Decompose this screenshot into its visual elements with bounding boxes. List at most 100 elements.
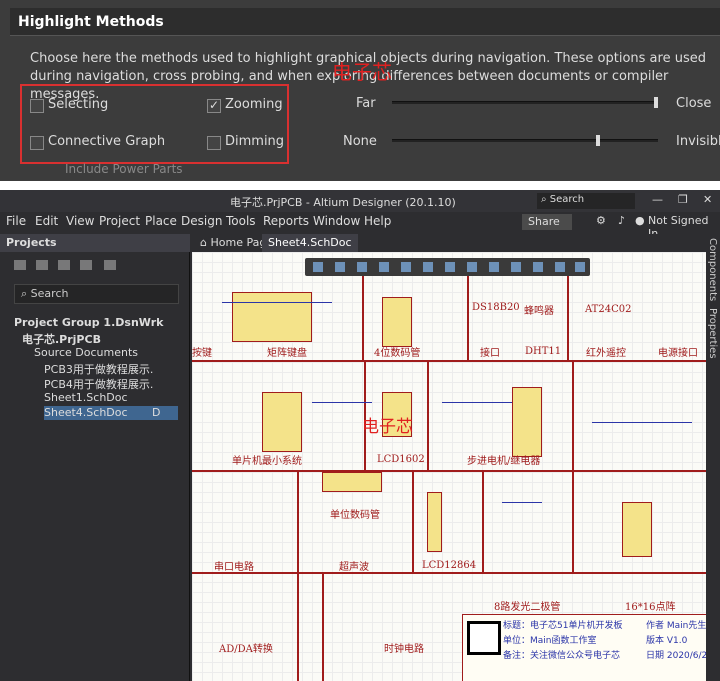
maximize-icon[interactable]: ❐ (678, 193, 688, 206)
tree-item-project-group[interactable]: Project Group 1.DsnWrk (14, 316, 163, 330)
dim-level-slider[interactable] (392, 135, 658, 146)
tree-item-source-documents[interactable]: Source Documents (34, 346, 138, 360)
bell-icon[interactable]: ♪ (618, 214, 625, 227)
tree-item-pcb4[interactable]: PCB4用于做教程展示. (44, 376, 153, 391)
part-icon[interactable] (401, 262, 411, 272)
power-port-icon[interactable] (445, 262, 455, 272)
block-label: 串口电路 (214, 562, 254, 573)
move-icon[interactable] (335, 262, 345, 272)
sheet-symbol-icon[interactable] (489, 262, 499, 272)
minimize-icon[interactable]: — (652, 193, 663, 206)
slider-thumb[interactable] (596, 135, 600, 146)
highlight-methods-dialog: Highlight Methods Choose here the method… (0, 0, 720, 181)
title-block-date: 日期 2020/6/2 (646, 651, 706, 661)
menu-file[interactable]: File (6, 214, 26, 228)
block-label: LCD1602 (377, 454, 425, 465)
dimming-checkbox[interactable]: Dimming (207, 134, 284, 150)
menu-window[interactable]: Window (313, 214, 360, 228)
panel-toolbar (0, 254, 190, 278)
projects-panel: Projects ⌕ Search Project Group 1.DsnWrk… (0, 234, 190, 681)
wire-icon[interactable] (423, 262, 433, 272)
connective-graph-checkbox[interactable]: Connective Graph (30, 134, 165, 150)
menu-bar: File Edit View Project Place Design Tool… (0, 212, 720, 240)
menu-help[interactable]: Help (364, 214, 391, 228)
folder-close-icon[interactable] (80, 260, 92, 270)
right-side-panel-tabs: Components Properties (706, 234, 720, 681)
divider-line (322, 574, 324, 681)
highlight-annotation-box (20, 84, 289, 164)
block-label: 电源接口 (658, 348, 698, 359)
block-label: 按键 (192, 348, 212, 359)
title-block-author: 作者 Main先生 (646, 621, 706, 631)
share-button[interactable]: Share (522, 214, 572, 230)
align-icon[interactable] (379, 262, 389, 272)
projects-search-input[interactable]: ⌕ Search (14, 284, 179, 304)
block-label: 单位数码管 (330, 510, 380, 521)
block-label: DHT11 (525, 346, 562, 357)
section-header: Highlight Methods (10, 8, 720, 36)
block-label: LCD12864 (422, 560, 477, 571)
qr-code-image (467, 621, 501, 655)
checkbox-box (207, 98, 221, 113)
net-wire (312, 402, 372, 403)
single-digit-component (322, 472, 382, 492)
zoom-slider-min-label: Far (356, 96, 376, 111)
gear-icon[interactable]: ⚙ (596, 214, 606, 227)
divider-line (572, 360, 574, 572)
dim-slider-min-label: None (343, 134, 377, 149)
section-title: Highlight Methods (18, 14, 164, 30)
tree-item-pcb3[interactable]: PCB3用于做教程展示. (44, 361, 153, 376)
watermark-text: 电子芯 (362, 417, 413, 437)
tree-item-sheet1[interactable]: Sheet1.SchDoc (44, 391, 128, 405)
menu-place[interactable]: Place (145, 214, 177, 228)
tree-item-project[interactable]: 电子芯.PrjPCB (22, 331, 101, 346)
close-icon[interactable]: ✕ (703, 193, 712, 206)
folder-open-icon[interactable] (58, 260, 70, 270)
net-wire (502, 502, 542, 503)
settings-icon[interactable] (104, 260, 116, 270)
active-bar-toolbar (305, 258, 590, 276)
directive-icon[interactable] (533, 262, 543, 272)
tab-sheet4[interactable]: Sheet4.SchDoc (262, 234, 358, 252)
menu-edit[interactable]: Edit (35, 214, 58, 228)
components-side-tab[interactable]: Components (707, 238, 718, 301)
block-label: 4位数码管 (374, 348, 421, 359)
harness-icon[interactable] (467, 262, 477, 272)
title-bar: 电子芯.PrjPCB - Altium Designer (20.1.10) ⌕… (0, 190, 720, 212)
text-icon[interactable] (555, 262, 565, 272)
user-icon[interactable]: ● (635, 214, 645, 227)
block-label: 矩阵键盘 (267, 348, 307, 359)
title-block: 标题：电子芯51单片机开发板 单位：Main函数工作室 备注：关注微信公众号电子… (462, 614, 706, 681)
menu-view[interactable]: View (66, 214, 94, 228)
checkbox-box (207, 136, 221, 150)
include-power-parts-label: Include Power Parts (65, 162, 183, 176)
checkbox-box (30, 136, 44, 150)
filter-icon[interactable] (313, 262, 323, 272)
properties-side-tab[interactable]: Properties (707, 308, 718, 359)
title-block-unit: 单位：Main函数工作室 (503, 636, 597, 646)
modified-badge: D (152, 406, 161, 419)
zoom-precision-slider[interactable] (392, 97, 658, 108)
zooming-checkbox[interactable]: Zooming (207, 97, 283, 113)
global-search[interactable]: ⌕ Search (537, 193, 635, 209)
menu-design[interactable]: Design (181, 214, 222, 228)
menu-tools[interactable]: Tools (226, 214, 256, 228)
tree-item-sheet4[interactable]: Sheet4.SchDoc D (44, 406, 178, 420)
search-icon: ⌕ (21, 287, 31, 300)
menu-reports[interactable]: Reports (263, 214, 309, 228)
document-tabs: ⌂ Home Page Sheet4.SchDoc (192, 234, 720, 252)
port-icon[interactable] (511, 262, 521, 272)
save-all-icon[interactable] (36, 260, 48, 270)
net-wire (442, 402, 512, 403)
save-icon[interactable] (14, 260, 26, 270)
slider-thumb[interactable] (654, 97, 658, 108)
select-area-icon[interactable] (357, 262, 367, 272)
lcd12864-component (427, 492, 442, 552)
schematic-canvas[interactable]: 矩阵键盘 4位数码管 DS18B20 蜂鸣器 AT24C02 接口 DHT11 … (192, 252, 706, 681)
selecting-checkbox[interactable]: Selecting (30, 97, 108, 113)
menu-project[interactable]: Project (99, 214, 140, 228)
arc-icon[interactable] (575, 262, 585, 272)
divider-line (192, 470, 706, 472)
block-label: 接口 (480, 348, 500, 359)
display-component (382, 297, 412, 347)
